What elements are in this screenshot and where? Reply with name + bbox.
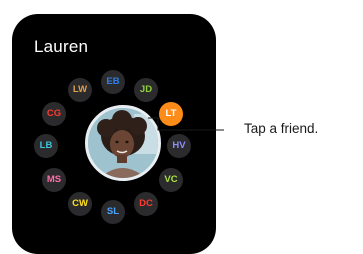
screen-title: Lauren: [34, 37, 89, 56]
friend-button-cg[interactable]: CG: [42, 102, 66, 126]
friend-button-cw[interactable]: CW: [68, 192, 92, 216]
friend-button-jd[interactable]: JD: [134, 78, 158, 102]
stage: Lauren EB JD LT HV VC DC SL CW MS LB CG …: [0, 0, 363, 254]
friend-button-ms[interactable]: MS: [42, 168, 66, 192]
friend-initials: DC: [139, 198, 153, 209]
friend-button-lb[interactable]: LB: [34, 134, 58, 158]
friend-initials: MS: [46, 174, 62, 185]
friend-initials: JD: [139, 84, 153, 95]
friend-button-lw[interactable]: LW: [68, 78, 92, 102]
friend-initials: SL: [106, 206, 120, 217]
friend-initials: HV: [172, 140, 186, 151]
friend-initials: CG: [46, 108, 62, 119]
friend-initials: EB: [106, 76, 120, 87]
callout-label: Tap a friend.: [244, 121, 319, 136]
friend-button-vc[interactable]: VC: [159, 168, 183, 192]
friend-button-dc[interactable]: DC: [134, 192, 158, 216]
friend-initials: CW: [72, 198, 88, 209]
friend-button-eb[interactable]: EB: [101, 70, 125, 94]
friend-initials: LW: [72, 84, 88, 95]
callout-leader-line: [148, 117, 224, 131]
friend-initials: VC: [164, 174, 178, 185]
friend-button-sl[interactable]: SL: [101, 200, 125, 224]
friend-initials: LB: [39, 140, 53, 151]
